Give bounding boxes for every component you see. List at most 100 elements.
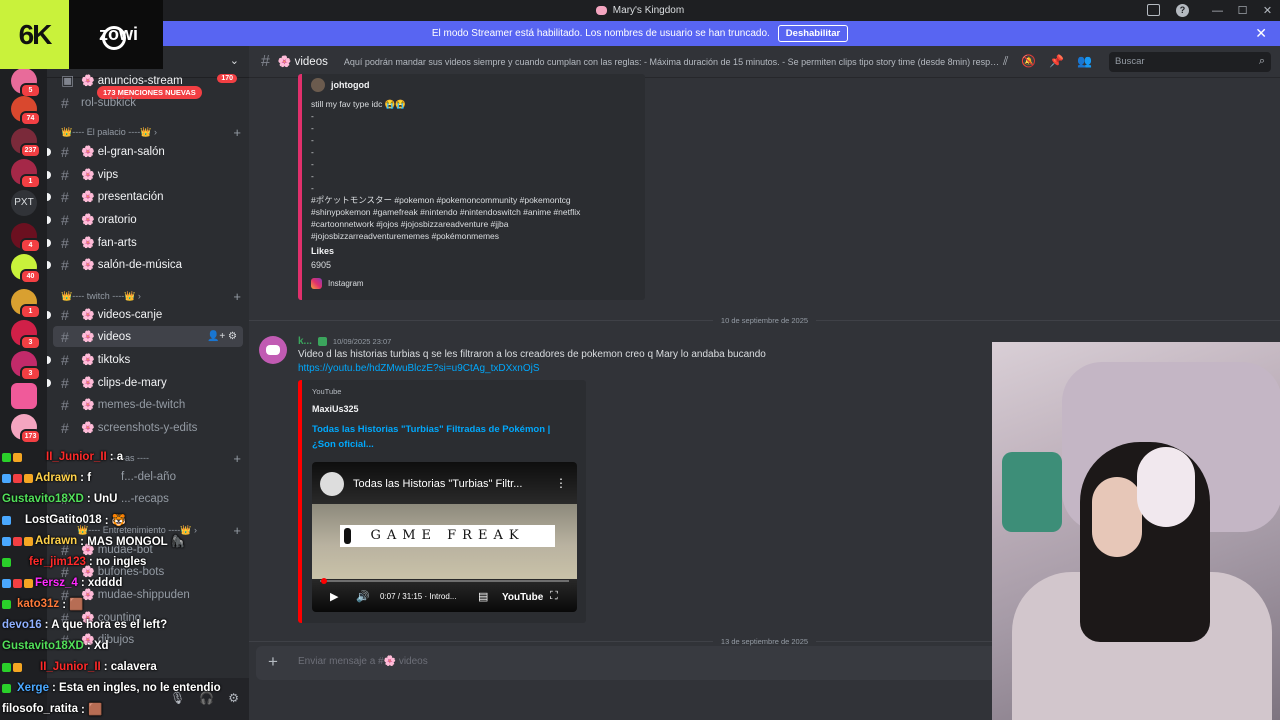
hash-icon: # bbox=[61, 328, 69, 345]
mute-bell-icon[interactable]: 🔕 bbox=[1021, 54, 1036, 69]
flower-icon: 🌸 bbox=[81, 146, 95, 158]
search-input[interactable]: Buscar ⌕ bbox=[1109, 52, 1271, 72]
channel-salon-de-musica[interactable]: # 🌸 salón-de-música bbox=[47, 254, 243, 275]
channel-fan-arts[interactable]: # 🌸 fan-arts bbox=[47, 232, 243, 253]
user-avatar[interactable] bbox=[259, 336, 287, 364]
message-timestamp: 10/09/2025 23:07 bbox=[332, 337, 392, 346]
chat-username: fer_jim123 bbox=[29, 556, 86, 568]
server-icon-pxt[interactable]: PXT bbox=[11, 190, 37, 216]
add-channel-icon[interactable]: + bbox=[233, 451, 241, 466]
server-icon[interactable]: 1 bbox=[11, 159, 41, 189]
chat-username: II_Junior_II bbox=[40, 661, 101, 673]
channel-label: videos-canje bbox=[97, 308, 163, 321]
progress-handle[interactable] bbox=[320, 578, 327, 584]
inbox-icon[interactable] bbox=[1147, 4, 1160, 16]
embed-description: still my fav type idc 😭😭 - - - - - - - #… bbox=[311, 99, 581, 241]
server-icon[interactable]: 1 bbox=[11, 289, 41, 319]
chat-line: Gustavito18XD: Xd bbox=[2, 637, 109, 655]
message-link[interactable]: https://youtu.be/hdZMwuBlczE?si=u9CtAg_t… bbox=[298, 363, 540, 374]
member-list-icon[interactable]: 👥 bbox=[1077, 54, 1092, 69]
add-channel-icon[interactable]: + bbox=[233, 523, 241, 538]
server-icon[interactable] bbox=[11, 383, 37, 409]
chat-message: : no ingles bbox=[88, 556, 147, 568]
chat-username: II_Junior_II bbox=[46, 451, 107, 463]
video-progress-bar[interactable] bbox=[320, 578, 569, 584]
server-badge: 173 bbox=[20, 429, 41, 444]
webcam-headset bbox=[1137, 447, 1195, 527]
channel-presentacion[interactable]: # 🌸 presentación bbox=[47, 186, 243, 207]
more-vertical-icon[interactable]: ⋮ bbox=[555, 476, 567, 490]
badge-icon bbox=[24, 536, 33, 546]
server-icon[interactable]: 40 bbox=[11, 254, 41, 284]
fullscreen-icon[interactable]: ⛶ bbox=[550, 590, 558, 603]
webcam-face bbox=[1092, 477, 1142, 557]
play-icon[interactable]: ▶ bbox=[330, 590, 338, 603]
disable-streamer-button[interactable]: Deshabilitar bbox=[777, 25, 849, 42]
server-icon[interactable]: 237 bbox=[11, 128, 41, 158]
chat-message: : MAS MONGOL 🦍 bbox=[80, 536, 185, 548]
category-palacio[interactable]: 👑 ---- El palacio ---- 👑 › + bbox=[61, 125, 241, 140]
flower-icon: 🌸 bbox=[81, 422, 95, 434]
message-author[interactable]: k... bbox=[298, 336, 312, 347]
author-name: johtogod bbox=[331, 80, 370, 90]
video-player[interactable]: GAME FREAK Todas las Historias "Turbias"… bbox=[312, 462, 577, 612]
server-icon[interactable]: 5 bbox=[11, 68, 41, 98]
channel-rol-subkick[interactable]: # rol-subkick bbox=[53, 92, 243, 113]
help-icon[interactable]: ? bbox=[1176, 4, 1189, 17]
channel-label: tiktoks bbox=[97, 353, 131, 366]
embed-provider: YouTube bbox=[312, 387, 342, 396]
category-twitch[interactable]: 👑 ---- twitch ---- 👑 › + bbox=[61, 289, 241, 304]
chevron-down-icon[interactable]: ⌄ bbox=[230, 54, 239, 67]
channel-oratorio[interactable]: # 🌸 oratorio bbox=[47, 209, 243, 230]
settings-gear-icon[interactable]: ⚙ bbox=[228, 691, 239, 705]
badge-icon bbox=[24, 473, 33, 483]
channel-clips-de-mary[interactable]: # 🌸 clips-de-mary bbox=[47, 372, 243, 393]
add-channel-icon[interactable]: + bbox=[233, 125, 241, 140]
server-icon[interactable]: 3 bbox=[11, 320, 41, 350]
threads-icon[interactable]: ⫽ bbox=[1003, 54, 1008, 69]
channel-settings-icons[interactable]: 👤+ ⚙ bbox=[207, 331, 237, 342]
channel-screenshots-y-edits[interactable]: # 🌸 screenshots-y-edits bbox=[53, 417, 243, 438]
embed-field-title: Likes bbox=[311, 246, 335, 256]
server-icon[interactable]: 3 bbox=[11, 351, 41, 381]
youtube-logo[interactable]: YouTube bbox=[502, 592, 543, 603]
flower-icon: 🌸 bbox=[81, 75, 95, 87]
composer-placeholder: Enviar mensaje a #🌸 videos bbox=[298, 656, 428, 667]
embed-author[interactable]: MaxiUs325 bbox=[312, 404, 359, 414]
category-label: ---- El palacio ---- bbox=[72, 127, 141, 137]
volume-icon[interactable]: 🔊 bbox=[356, 590, 370, 603]
channel-topic[interactable]: Aquí podrán mandar sus videos siempre y … bbox=[344, 57, 1000, 67]
server-icon[interactable]: 4 bbox=[11, 223, 41, 253]
channel-el-gran-salon[interactable]: # 🌸 el-gran-salón bbox=[47, 141, 243, 162]
server-icon[interactable]: 74 bbox=[11, 96, 41, 126]
minimize-icon[interactable]: — bbox=[1205, 5, 1230, 17]
webcam-figure bbox=[1002, 452, 1062, 532]
channel-memes-de-twitch[interactable]: # 🌸 memes-de-twitch bbox=[53, 394, 243, 415]
attach-plus-icon[interactable]: + bbox=[268, 652, 278, 672]
chat-line: Adrawn: MAS MONGOL 🦍 bbox=[2, 532, 185, 550]
channel-label: el-gran-salón bbox=[97, 145, 165, 158]
channel-videos-canje[interactable]: # 🌸 videos-canje bbox=[47, 304, 243, 325]
channel-videos[interactable]: # 🌸 videos 👤+ ⚙ bbox=[53, 326, 243, 347]
close-window-icon[interactable]: ✕ bbox=[1255, 4, 1280, 17]
subtitles-icon[interactable]: ▤ bbox=[478, 590, 488, 603]
crown-icon: 👑 bbox=[61, 290, 73, 301]
channel-vips[interactable]: # 🌸 vips bbox=[47, 164, 243, 185]
channel-title: videos bbox=[294, 55, 328, 68]
message-text: Video d las historias turbias q se les f… bbox=[298, 349, 766, 360]
hash-icon: # bbox=[61, 374, 69, 391]
channel-tiktoks[interactable]: # 🌸 tiktoks bbox=[47, 349, 243, 370]
embed-author[interactable]: johtogod bbox=[311, 78, 369, 92]
pin-icon[interactable]: 📌 bbox=[1049, 54, 1064, 69]
embed-title[interactable]: Todas las Historias "Turbias" Filtradas … bbox=[312, 422, 572, 452]
banner-close-icon[interactable]: ✕ bbox=[1255, 25, 1267, 42]
flower-icon: 🌸 bbox=[277, 56, 292, 68]
video-title[interactable]: Todas las Historias "Turbias" Filtr... bbox=[353, 478, 522, 490]
channel-label: memes-de-twitch bbox=[97, 398, 186, 411]
maximize-icon[interactable]: ☐ bbox=[1230, 4, 1255, 17]
add-channel-icon[interactable]: + bbox=[233, 289, 241, 304]
flower-icon: 🌸 bbox=[81, 169, 95, 181]
chat-line: Gustavito18XD: UnU bbox=[2, 490, 117, 508]
server-icon[interactable]: 173 bbox=[11, 414, 41, 444]
channel-avatar[interactable] bbox=[320, 472, 344, 496]
